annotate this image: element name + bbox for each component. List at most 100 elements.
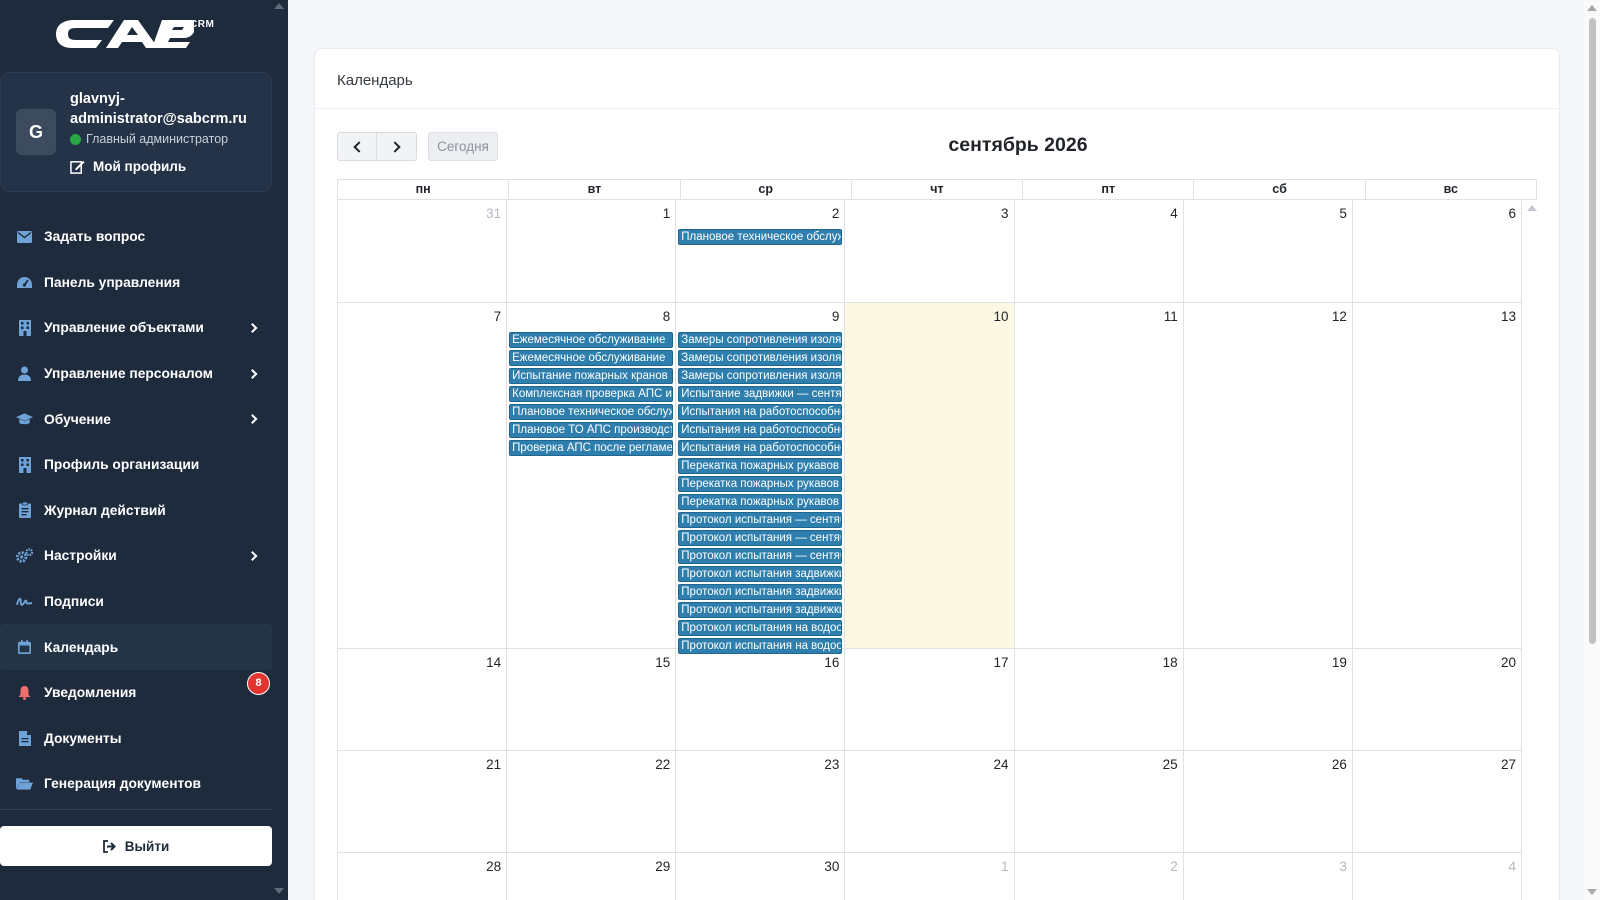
day-number[interactable]: 18 — [1163, 655, 1178, 670]
day-cell[interactable]: 15 — [507, 649, 677, 750]
calendar-event[interactable]: Плановое ТО АПС производст — [509, 422, 674, 438]
day-cell[interactable]: 16 — [676, 649, 846, 750]
sidebar-item-organization-profile[interactable]: Профиль организации — [0, 442, 272, 488]
day-number[interactable]: 5 — [1339, 206, 1347, 221]
day-number[interactable]: 16 — [824, 655, 839, 670]
day-cell[interactable]: 2 Плановое техническое обслуживание — [676, 200, 846, 302]
day-cell[interactable]: 8 Ежемесячное обслуживание Ежемесячное обс… — [507, 303, 677, 648]
day-cell[interactable]: 3 — [1184, 853, 1353, 900]
sidebar-item-objects[interactable]: Управление объектами — [0, 305, 272, 351]
day-number[interactable]: 1 — [1001, 859, 1009, 874]
day-cell[interactable]: 20 — [1353, 649, 1522, 750]
day-cell[interactable]: 12 — [1184, 303, 1353, 648]
day-cell[interactable]: 6 — [1353, 200, 1522, 302]
sidebar-scroll-up-arrow[interactable] — [274, 3, 284, 9]
day-number[interactable]: 28 — [486, 859, 501, 874]
day-number[interactable]: 14 — [486, 655, 501, 670]
day-cell[interactable]: 19 — [1184, 649, 1353, 750]
calendar-event[interactable]: Протокол испытания задвижки — [678, 602, 843, 618]
day-cell[interactable]: 1 — [507, 200, 677, 302]
avatar[interactable]: G — [16, 109, 56, 155]
day-number[interactable]: 4 — [1170, 206, 1178, 221]
calendar-event[interactable]: Ежемесячное обслуживание — [509, 350, 674, 366]
scroll-down-arrow[interactable] — [1587, 889, 1597, 895]
calendar-scroll-up-arrow[interactable] — [1527, 205, 1537, 211]
calendar-event[interactable]: Испытания на работоспособно — [678, 440, 843, 456]
calendar-event[interactable]: Протокол испытания — сентяб — [678, 530, 843, 546]
sidebar-item-document-generation[interactable]: Генерация документов — [0, 761, 272, 807]
calendar-event[interactable]: Комплексная проверка АПС и — [509, 386, 674, 402]
calendar-event[interactable]: Замеры сопротивления изоляц — [678, 368, 843, 384]
scrollbar-thumb[interactable] — [1589, 18, 1596, 644]
sidebar-item-action-log[interactable]: Журнал действий — [0, 488, 272, 534]
day-cell[interactable]: 24 — [845, 751, 1015, 852]
day-cell[interactable]: 9 Замеры сопротивления изоляц Замеры сопро… — [676, 303, 846, 654]
sidebar-item-documents[interactable]: Документы — [0, 716, 272, 762]
day-number[interactable]: 2 — [832, 206, 840, 221]
day-number[interactable]: 11 — [1164, 309, 1178, 324]
calendar-event[interactable]: Замеры сопротивления изоляц — [678, 332, 843, 348]
calendar-event[interactable]: Испытания на работоспособно — [678, 422, 843, 438]
day-number[interactable]: 20 — [1501, 655, 1516, 670]
calendar-event[interactable]: Плановое техническое обслуживание — [678, 229, 843, 245]
day-number[interactable]: 3 — [1001, 206, 1009, 221]
page-scrollbar[interactable] — [1584, 0, 1600, 900]
day-cell[interactable]: 14 — [338, 649, 508, 750]
day-number[interactable]: 6 — [1508, 206, 1516, 221]
day-cell[interactable]: 30 — [676, 853, 846, 900]
calendar-event[interactable]: Перекатка пожарных рукавов — [678, 458, 843, 474]
calendar-event[interactable]: Протокол испытания — сентяб — [678, 548, 843, 564]
day-cell[interactable]: 28 — [338, 853, 508, 900]
day-number[interactable]: 15 — [655, 655, 670, 670]
day-cell[interactable]: 18 — [1015, 649, 1184, 750]
day-number[interactable]: 27 — [1501, 757, 1516, 772]
day-number[interactable]: 3 — [1339, 859, 1347, 874]
day-cell[interactable]: 7 — [338, 303, 508, 648]
calendar-event[interactable]: Протокол испытания задвижки — [678, 584, 843, 600]
day-cell[interactable]: 1 — [845, 853, 1015, 900]
calendar-event[interactable]: Ежемесячное обслуживание — [509, 332, 674, 348]
calendar-event[interactable]: Испытание задвижки — сентяб — [678, 386, 843, 402]
day-number[interactable]: 24 — [994, 757, 1009, 772]
day-number[interactable]: 26 — [1332, 757, 1347, 772]
day-cell-today[interactable]: 10 — [845, 303, 1015, 648]
day-number[interactable]: 30 — [824, 859, 839, 874]
today-button[interactable]: Сегодня — [428, 132, 498, 161]
day-number[interactable]: 19 — [1332, 655, 1347, 670]
my-profile-link[interactable]: Мой профиль — [70, 159, 186, 174]
prev-month-button[interactable] — [337, 132, 377, 161]
logout-button[interactable]: Выйти — [0, 826, 272, 866]
calendar-event[interactable]: Испытание пожарных кранов — [509, 368, 674, 384]
day-number[interactable]: 13 — [1501, 309, 1516, 324]
sidebar-item-training[interactable]: Обучение — [0, 396, 272, 442]
sidebar-scroll-down-arrow[interactable] — [274, 888, 284, 894]
sidebar-item-personnel[interactable]: Управление персоналом — [0, 351, 272, 397]
sidebar-item-calendar[interactable]: Календарь — [0, 624, 272, 670]
calendar-event[interactable]: Протокол испытания — сентяб — [678, 512, 843, 528]
sidebar-item-notifications[interactable]: Уведомления 8 — [0, 670, 272, 716]
day-cell[interactable]: 27 — [1353, 751, 1522, 852]
calendar-event[interactable]: Проверка АПС после регламен — [509, 440, 674, 456]
day-number[interactable]: 31 — [486, 206, 501, 221]
calendar-event[interactable]: Перекатка пожарных рукавов — [678, 494, 843, 510]
day-cell[interactable]: 3 — [845, 200, 1015, 302]
calendar-event[interactable]: Перекатка пожарных рукавов — [678, 476, 843, 492]
day-number[interactable]: 17 — [994, 655, 1009, 670]
day-cell[interactable]: 4 — [1015, 200, 1184, 302]
day-number[interactable]: 9 — [832, 309, 840, 324]
day-number[interactable]: 4 — [1508, 859, 1516, 874]
sidebar-item-settings[interactable]: Настройки — [0, 533, 272, 579]
next-month-button[interactable] — [377, 132, 417, 161]
day-cell[interactable]: 5 — [1184, 200, 1353, 302]
sidebar-item-dashboard[interactable]: Панель управления — [0, 260, 272, 306]
day-number[interactable]: 25 — [1163, 757, 1178, 772]
day-number[interactable]: 1 — [663, 206, 671, 221]
calendar-event[interactable]: Испытания на работоспособно — [678, 404, 843, 420]
calendar-event[interactable]: Замеры сопротивления изоляц — [678, 350, 843, 366]
day-cell[interactable]: 23 — [676, 751, 846, 852]
day-number[interactable]: 8 — [663, 309, 671, 324]
day-cell[interactable]: 4 — [1353, 853, 1522, 900]
day-number[interactable]: 23 — [824, 757, 839, 772]
day-cell[interactable]: 2 — [1015, 853, 1184, 900]
calendar-event[interactable]: Плановое техническое обслуж — [509, 404, 674, 420]
